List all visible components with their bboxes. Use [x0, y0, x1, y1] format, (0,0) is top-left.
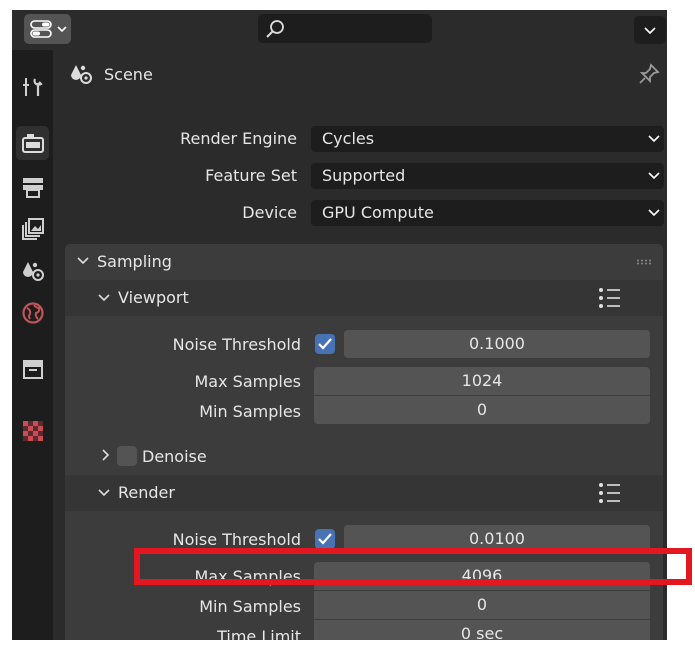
render-title: Render: [118, 483, 175, 502]
feature-set-value: Supported: [322, 166, 406, 185]
collection-box-icon: [22, 360, 43, 379]
chevron-down-icon: [648, 135, 660, 143]
search-icon: [266, 20, 284, 38]
render-engine-value: Cycles: [322, 129, 375, 148]
device-dropdown[interactable]: GPU Compute: [311, 200, 664, 226]
view-layer-icon: [21, 218, 44, 240]
editor-type-button[interactable]: [24, 14, 71, 44]
viewport-noise-threshold-field[interactable]: 0.1000: [344, 330, 650, 358]
viewport-min-samples-field[interactable]: 0: [314, 396, 650, 424]
chevron-down-icon: [648, 172, 660, 180]
properties-editor: Scene Render Engine Cycles Feature Set S…: [12, 10, 667, 640]
render-time-limit-label: Time Limit: [217, 627, 301, 640]
render-camera-icon: [21, 134, 44, 153]
checkmark-icon: [318, 533, 332, 545]
viewport-noise-threshold-checkbox[interactable]: [315, 334, 335, 354]
viewport-title: Viewport: [118, 288, 189, 307]
context-title: Scene: [104, 65, 153, 84]
tab-render[interactable]: [16, 126, 49, 160]
viewport-min-samples-label: Min Samples: [199, 402, 301, 421]
texture-checker-icon: [22, 421, 43, 441]
denoise-label: Denoise: [142, 447, 207, 466]
highlight-box: [134, 548, 692, 585]
render-noise-threshold-label: Noise Threshold: [172, 530, 301, 549]
denoise-checkbox[interactable]: [117, 446, 137, 466]
search-input[interactable]: [258, 14, 432, 43]
pin-icon[interactable]: [637, 62, 661, 86]
options-dropdown[interactable]: [634, 16, 666, 44]
render-subpanel-header[interactable]: Render: [65, 475, 663, 511]
scene-icon: [71, 65, 92, 84]
drag-handle-icon[interactable]: [636, 259, 652, 265]
viewport-noise-threshold-label: Noise Threshold: [172, 335, 301, 354]
properties-editor-icon: [30, 20, 52, 38]
chevron-down-icon: [648, 209, 660, 217]
sampling-panel-header[interactable]: Sampling: [65, 244, 663, 280]
tool-icon: [22, 78, 43, 96]
viewport-max-samples-label: Max Samples: [194, 372, 302, 391]
tab-texture[interactable]: [16, 414, 49, 448]
device-value: GPU Compute: [322, 203, 434, 222]
chevron-down-icon: [57, 26, 67, 33]
editor-header: [12, 10, 667, 50]
tab-tool[interactable]: [16, 70, 49, 104]
chevron-right-icon[interactable]: [102, 449, 110, 461]
render-min-samples-field[interactable]: 0: [314, 591, 650, 619]
presets-list-icon[interactable]: [598, 482, 622, 504]
viewport-max-samples-field[interactable]: 1024: [314, 367, 650, 395]
render-noise-threshold-checkbox[interactable]: [315, 529, 335, 549]
render-min-samples-label: Min Samples: [199, 597, 301, 616]
viewport-subpanel-header[interactable]: Viewport: [65, 280, 663, 316]
scene-icon: [22, 262, 44, 281]
tab-world[interactable]: [16, 296, 49, 330]
device-label: Device: [242, 203, 297, 222]
tab-view-layer[interactable]: [16, 212, 49, 246]
chevron-down-icon: [98, 489, 110, 497]
feature-set-dropdown[interactable]: Supported: [311, 163, 664, 189]
tab-output[interactable]: [16, 170, 49, 204]
render-engine-dropdown[interactable]: Cycles: [311, 126, 664, 152]
sampling-title: Sampling: [97, 252, 172, 271]
printer-icon: [22, 178, 43, 198]
checkmark-icon: [318, 338, 332, 350]
chevron-down-icon: [98, 294, 110, 302]
render-engine-label: Render Engine: [180, 129, 297, 148]
presets-list-icon[interactable]: [598, 287, 622, 309]
render-time-limit-field[interactable]: 0 sec: [314, 620, 650, 640]
tab-scene[interactable]: [16, 254, 49, 288]
chevron-down-icon: [644, 27, 656, 35]
tab-collection[interactable]: [16, 352, 49, 386]
properties-tabs: [12, 50, 53, 640]
feature-set-label: Feature Set: [205, 166, 297, 185]
world-icon: [21, 302, 44, 324]
chevron-down-icon: [77, 257, 89, 265]
